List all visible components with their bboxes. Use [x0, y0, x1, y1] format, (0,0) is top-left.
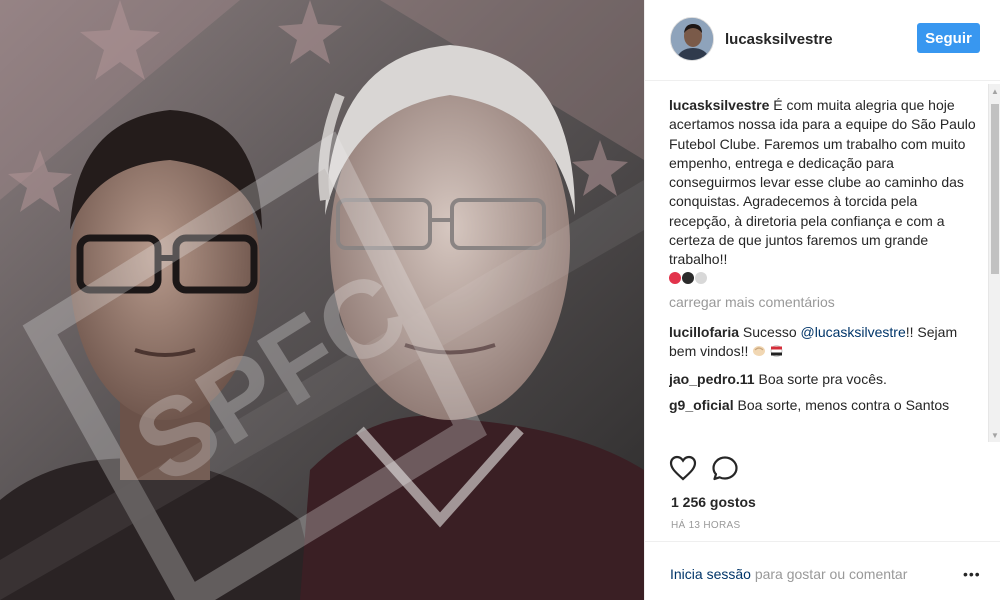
comment-username[interactable]: g9_oficial	[669, 397, 734, 413]
comment-item: lucillofaria Sucesso @lucasksilvestre!! …	[669, 323, 981, 363]
caption-emoji-hearts	[669, 271, 981, 284]
clap-emoji-icon	[752, 343, 766, 362]
avatar-image	[671, 18, 713, 60]
post-photo-illustration: SPFC	[0, 0, 644, 600]
login-link[interactable]: Inicia sessão	[670, 566, 751, 582]
post-footer: Inicia sessão para gostar ou comentar ••…	[645, 541, 1000, 600]
caption-text: É com muita alegria que hoje acertamos n…	[669, 97, 976, 268]
comment-icon[interactable]	[711, 455, 739, 485]
login-prompt: Inicia sessão para gostar ou comentar	[670, 566, 907, 582]
scrollbar-thumb[interactable]	[991, 104, 999, 274]
post-side-panel: lucasksilvestre Seguir lucasksilvestre É…	[644, 0, 1000, 600]
comment-username[interactable]: lucillofaria	[669, 324, 739, 340]
scroll-down-arrow-icon[interactable]: ▼	[989, 428, 1000, 442]
caption-username[interactable]: lucasksilvestre	[669, 97, 769, 113]
post-photo[interactable]: SPFC	[0, 0, 644, 600]
login-prompt-text: para gostar ou comentar	[750, 566, 908, 582]
likes-count[interactable]: 1 256 gostos	[671, 494, 756, 510]
post-caption: lucasksilvestre É com muita alegria que …	[669, 96, 981, 284]
follow-button[interactable]: Seguir	[917, 23, 980, 53]
heart-emoji-white	[695, 271, 707, 284]
post-actions	[669, 455, 739, 485]
comments-list: lucasksilvestre É com muita alegria que …	[669, 96, 981, 438]
comment-item: g9_oficial Boa sorte, menos contra o San…	[669, 396, 981, 415]
comment-item: jao_pedro.11 Boa sorte pra vocês.	[669, 370, 981, 389]
avatar[interactable]	[670, 17, 714, 61]
heart-emoji-black	[682, 271, 694, 284]
comment-username[interactable]: jao_pedro.11	[669, 371, 755, 387]
comments-scrollbar[interactable]: ▲ ▼	[988, 84, 1000, 442]
post-timestamp: HÁ 13 HORAS	[671, 520, 741, 531]
flag-emoji-icon	[770, 343, 783, 362]
heart-icon[interactable]	[669, 455, 697, 485]
more-options-icon[interactable]: •••	[963, 566, 981, 582]
comment-text: Boa sorte pra vocês.	[758, 370, 887, 387]
comment-text: Boa sorte, menos contra o Santos	[737, 396, 950, 413]
post-header: lucasksilvestre Seguir	[645, 0, 1000, 81]
header-username[interactable]: lucasksilvestre	[725, 31, 833, 48]
comment-text: Sucesso	[742, 323, 797, 340]
load-more-comments-link[interactable]: carregar mais comentários	[669, 293, 981, 312]
scroll-up-arrow-icon[interactable]: ▲	[989, 84, 1000, 98]
comment-mention-link[interactable]: @lucasksilvestre	[801, 324, 906, 340]
heart-emoji-red	[669, 271, 681, 284]
